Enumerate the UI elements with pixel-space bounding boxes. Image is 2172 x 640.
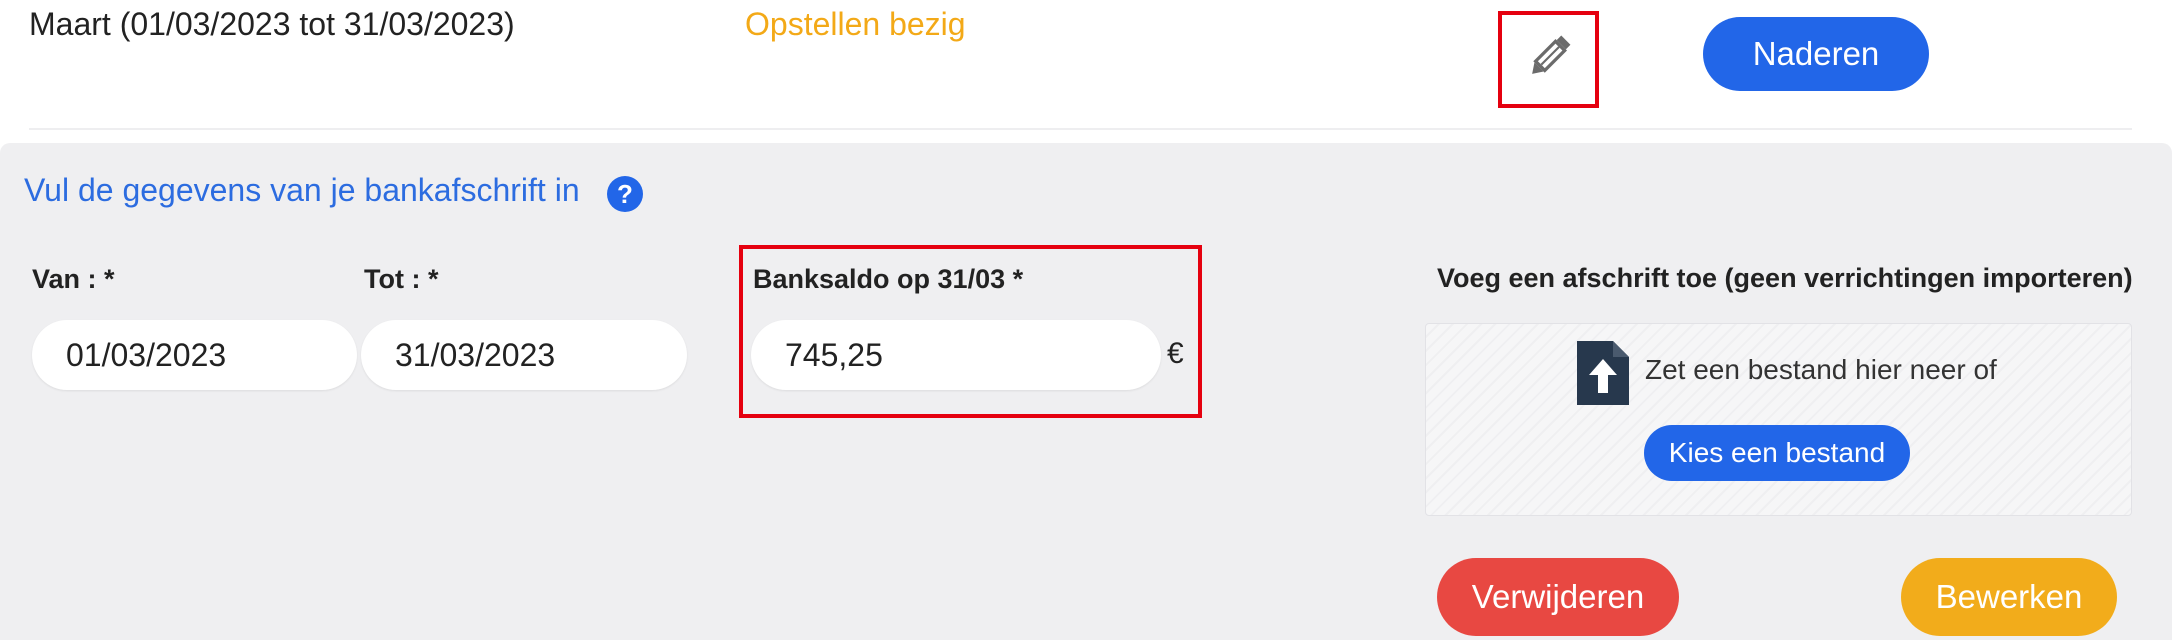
status-label: Opstellen bezig: [745, 6, 966, 42]
file-dropzone[interactable]: [1425, 323, 2132, 516]
balance-input[interactable]: [751, 320, 1161, 390]
currency-symbol: €: [1167, 337, 1184, 370]
to-label: Tot : *: [364, 264, 439, 294]
dropzone-text: Zet een bestand hier neer of: [1645, 354, 1997, 385]
edit-statement-button[interactable]: [1498, 11, 1599, 108]
approach-button[interactable]: Naderen: [1703, 17, 1929, 91]
upload-title: Voeg een afschrift toe (geen verrichting…: [1437, 263, 2133, 293]
from-label: Van : *: [32, 264, 115, 294]
edit-button[interactable]: Bewerken: [1901, 558, 2117, 636]
pencil-icon: [1523, 31, 1575, 88]
balance-label: Banksaldo op 31/03 *: [753, 264, 1024, 294]
divider: [29, 128, 2132, 130]
from-date-input[interactable]: [32, 320, 357, 390]
statement-row: Maart (01/03/2023 tot 31/03/2023) Opstel…: [0, 0, 2172, 130]
delete-button[interactable]: Verwijderen: [1437, 558, 1679, 636]
help-icon[interactable]: ?: [607, 176, 643, 212]
panel-title: Vul de gegevens van je bankafschrift in: [24, 172, 580, 208]
choose-file-button[interactable]: Kies een bestand: [1644, 425, 1910, 481]
file-upload-icon: [1573, 337, 1633, 409]
to-date-input[interactable]: [361, 320, 687, 390]
period-label: Maart (01/03/2023 tot 31/03/2023): [29, 6, 515, 42]
